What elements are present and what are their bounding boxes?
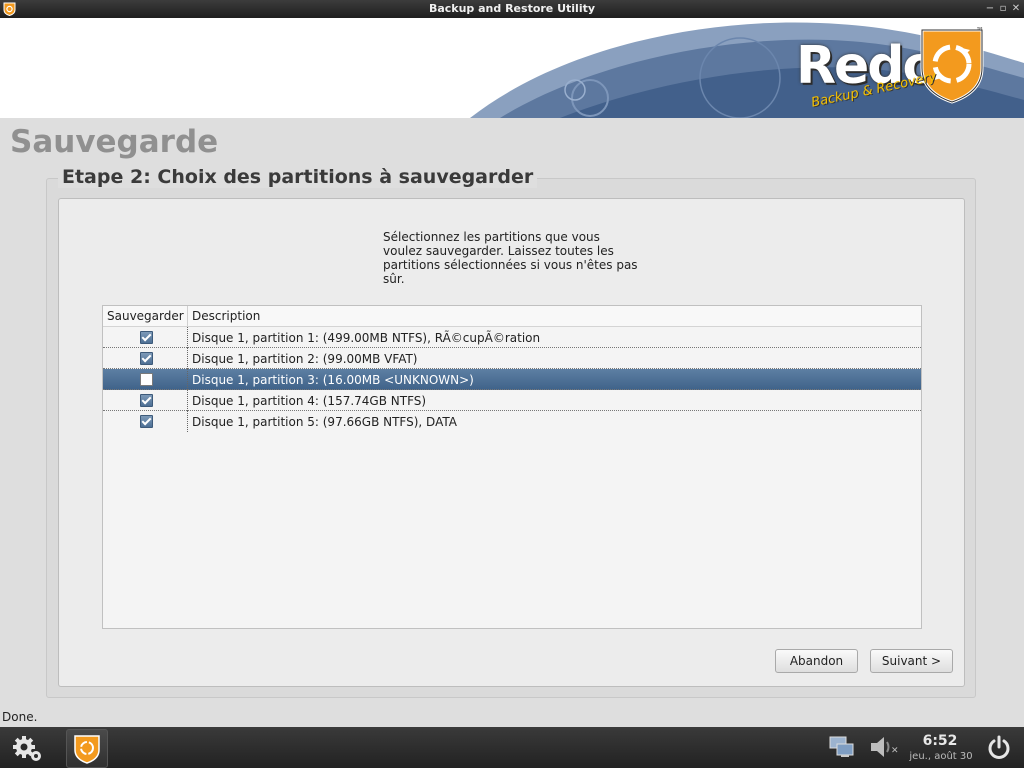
- backup-checkbox[interactable]: [140, 352, 153, 365]
- column-divider[interactable]: [187, 306, 188, 326]
- step-title: Etape 2: Choix des partitions à sauvegar…: [58, 166, 538, 188]
- maximize-button[interactable]: ▫: [997, 2, 1009, 16]
- clock-date[interactable]: jeu., août 30: [906, 751, 976, 762]
- network-icon[interactable]: [828, 735, 856, 759]
- settings-gear-icon[interactable]: [10, 733, 42, 763]
- table-row[interactable]: Disque 1, partition 2: (99.00MB VFAT): [103, 348, 921, 369]
- instructions-line: partitions sélectionnées si vous n'êtes …: [383, 258, 638, 272]
- cell-divider: [187, 390, 188, 411]
- page-title: Sauvegarde: [10, 124, 219, 160]
- table-row[interactable]: Disque 1, partition 5: (97.66GB NTFS), D…: [103, 411, 921, 432]
- volume-muted-icon[interactable]: ✕: [868, 735, 900, 759]
- table-row[interactable]: Disque 1, partition 1: (499.00MB NTFS), …: [103, 327, 921, 348]
- partition-description: Disque 1, partition 1: (499.00MB NTFS), …: [192, 331, 541, 345]
- table-row[interactable]: Disque 1, partition 4: (157.74GB NTFS): [103, 390, 921, 411]
- backup-checkbox[interactable]: [140, 415, 153, 428]
- instructions-line: Sélectionnez les partitions que vous: [383, 230, 600, 244]
- svg-text:✕: ✕: [891, 746, 899, 756]
- backup-checkbox[interactable]: [140, 331, 153, 344]
- recycle-badge-icon: [920, 28, 984, 104]
- partitions-table[interactable]: Sauvegarder Description Disque 1, partit…: [102, 305, 922, 629]
- backup-checkbox[interactable]: [140, 394, 153, 407]
- minimize-button[interactable]: −: [984, 2, 996, 16]
- taskbar-redo-app[interactable]: [66, 729, 108, 768]
- close-button[interactable]: ✕: [1010, 2, 1022, 16]
- column-header-backup[interactable]: Sauvegarder: [107, 309, 184, 323]
- column-header-description[interactable]: Description: [192, 309, 260, 323]
- partition-description: Disque 1, partition 5: (97.66GB NTFS), D…: [192, 415, 457, 429]
- header-banner: Redo ™ Backup & Recovery: [0, 18, 1024, 118]
- cell-divider: [187, 369, 188, 390]
- checkbox-cell: [103, 369, 187, 390]
- checkbox-cell: [103, 411, 187, 432]
- backup-checkbox[interactable]: [140, 373, 153, 386]
- trademark-symbol: ™: [976, 26, 984, 35]
- checkbox-cell: [103, 348, 187, 369]
- table-row[interactable]: Disque 1, partition 3: (16.00MB <UNKNOWN…: [103, 369, 921, 390]
- next-button[interactable]: Suivant >: [870, 649, 953, 673]
- cell-divider: [187, 348, 188, 369]
- instructions-text: Sélectionnez les partitions que vous vou…: [383, 230, 653, 286]
- window-title: Backup and Restore Utility: [428, 2, 596, 15]
- cell-divider: [187, 411, 188, 432]
- instructions-line: voulez sauvegarder. Laissez toutes les: [383, 244, 614, 258]
- clock-time[interactable]: 6:52: [915, 733, 965, 749]
- cell-divider: [187, 327, 188, 348]
- partition-description: Disque 1, partition 3: (16.00MB <UNKNOWN…: [192, 373, 474, 387]
- instructions-line: sûr.: [383, 272, 405, 286]
- checkbox-cell: [103, 327, 187, 348]
- checkbox-cell: [103, 390, 187, 411]
- redo-app-icon: [74, 735, 100, 764]
- cancel-button[interactable]: Abandon: [775, 649, 858, 673]
- window-titlebar: Backup and Restore Utility − ▫ ✕: [0, 0, 1024, 18]
- partition-description: Disque 1, partition 4: (157.74GB NTFS): [192, 394, 427, 408]
- table-header: Sauvegarder Description: [103, 306, 921, 327]
- partition-description: Disque 1, partition 2: (99.00MB VFAT): [192, 352, 418, 366]
- status-bar-text: Done.: [2, 710, 38, 724]
- power-icon[interactable]: [985, 734, 1013, 762]
